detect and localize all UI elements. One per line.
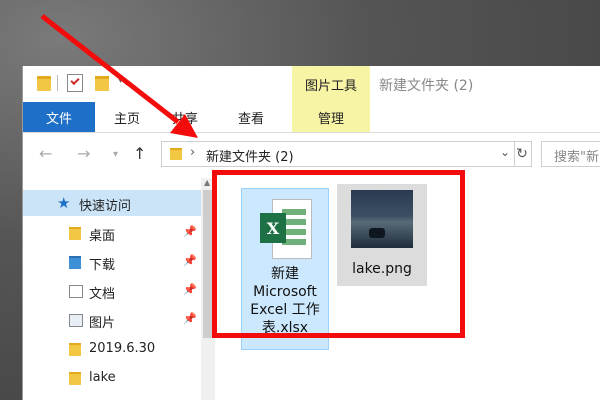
sidebar-item-label: 下载 [89,258,116,273]
new-folder-icon[interactable] [95,76,109,91]
pin-icon[interactable]: 📌 [183,254,197,267]
picture-tools-context-tab: 图片工具 [292,66,370,102]
tab-home[interactable]: 主页 [105,102,149,132]
search-input[interactable]: 搜索"新 [541,141,600,167]
annotation-highlight-box [212,170,465,338]
tab-file[interactable]: 文件 [23,102,95,132]
recent-locations-chevron-icon[interactable]: ▾ [113,149,118,160]
address-bar[interactable]: › 新建文件夹 (2) ⌄ [161,141,515,167]
folder-icon[interactable] [37,76,51,91]
sidebar-item-desktop[interactable]: 桌面 📌 [23,220,201,246]
folder-icon [69,343,81,356]
refresh-icon[interactable]: ↻ [513,141,532,167]
sidebar-item-lake[interactable]: lake [23,365,201,391]
sidebar-item-label: 文档 [89,287,116,302]
sidebar-item-documents[interactable]: 文档 📌 [23,278,201,304]
sidebar-item-label: lake [89,370,116,385]
navigation-pane: ★ 快速访问 桌面 📌 下载 📌 文档 📌 图片 📌 2019.6.30 lak… [23,178,201,400]
sidebar-item-downloads[interactable]: 下载 📌 [23,249,201,275]
star-icon: ★ [57,194,71,212]
pin-icon[interactable]: 📌 [183,283,197,296]
window-title: 新建文件夹 (2) [379,78,474,94]
sidebar-item-label: 图片 [89,316,116,331]
pin-icon[interactable]: 📌 [183,312,197,325]
back-arrow-icon[interactable]: ← [39,144,52,163]
ribbon: 文件 主页 共享 查看 管理 [23,102,600,133]
tab-manage[interactable]: 管理 [292,102,370,132]
download-folder-icon [69,256,81,269]
forward-arrow-icon[interactable]: → [77,144,90,163]
folder-icon [170,148,182,160]
chevron-down-icon[interactable]: ⌄ [500,145,510,159]
sidebar-item-label: 桌面 [89,229,116,244]
folder-icon [69,227,81,240]
document-icon [69,285,83,298]
toolbar-separator [57,75,58,91]
tab-view[interactable]: 查看 [229,102,273,132]
sidebar-item-quick-access[interactable]: ★ 快速访问 [23,190,201,216]
search-placeholder: 搜索"新 [554,150,599,165]
pictures-icon [69,314,83,327]
chevron-down-icon[interactable]: ▾ [118,75,123,86]
tab-share[interactable]: 共享 [163,102,207,132]
title-bar: ▾ 图片工具 新建文件夹 (2) [23,66,600,102]
scroll-up-arrow-icon[interactable]: ▲ [204,178,210,187]
sidebar-item-pictures[interactable]: 图片 📌 [23,307,201,333]
sidebar-item-2019-6-30[interactable]: 2019.6.30 [23,336,201,362]
sidebar-item-label: 2019.6.30 [89,341,156,356]
pin-icon[interactable]: 📌 [183,225,197,238]
properties-check-icon[interactable] [67,74,83,92]
sidebar-item-label: 快速访问 [79,199,132,214]
breadcrumb-current[interactable]: 新建文件夹 (2) [206,146,294,165]
breadcrumb-chevron-icon[interactable]: › [190,145,195,160]
folder-icon [69,372,81,385]
navigation-bar: ← → ▾ ↑ › 新建文件夹 (2) ⌄ ↻ 搜索"新 [23,136,600,172]
up-arrow-icon[interactable]: ↑ [133,144,146,163]
